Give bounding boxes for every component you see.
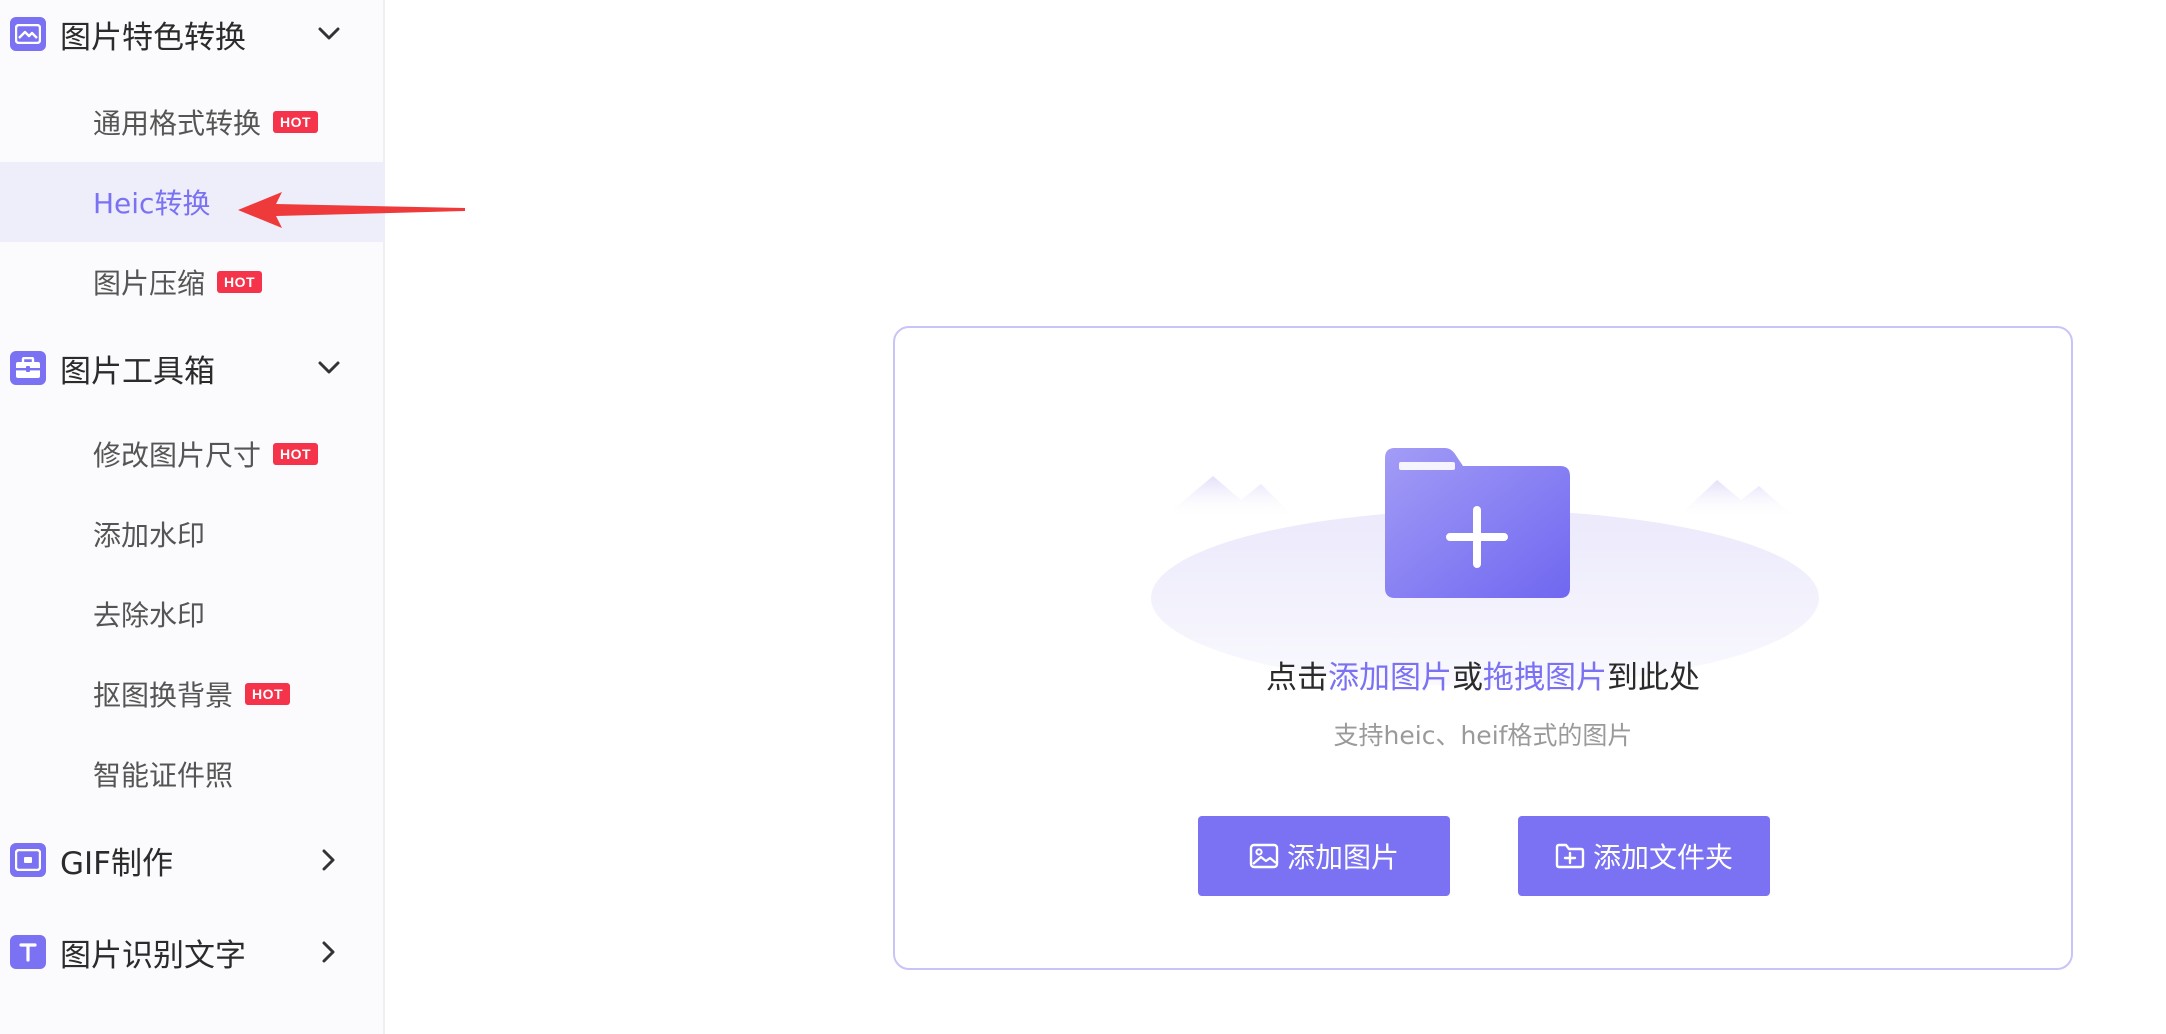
- sidebar-item-add-watermark[interactable]: 添加水印: [0, 494, 385, 574]
- chevron-right-icon: [315, 846, 343, 874]
- sidebar-group-title: GIF制作: [60, 845, 173, 882]
- app-window: 图片特色转换 通用格式转换 HOT Heic转换 图片压缩 HOT 图片工具箱 …: [0, 0, 2166, 1034]
- chevron-right-icon: [315, 938, 343, 966]
- instruction-suffix: 到此处: [1607, 660, 1700, 696]
- supported-formats-hint: 支持heic、heif格式的图片: [1333, 721, 1633, 750]
- add-folder-button-label: 添加文件夹: [1592, 841, 1733, 874]
- hot-badge: HOT: [217, 271, 263, 293]
- sidebar-item-resize[interactable]: 修改图片尺寸 HOT: [0, 414, 385, 494]
- sidebar-group-gif[interactable]: GIF制作: [0, 830, 385, 890]
- add-image-button[interactable]: 添加图片: [1198, 816, 1450, 896]
- sidebar-item-label: 添加水印: [93, 519, 206, 552]
- sidebar-item-compress[interactable]: 图片压缩 HOT: [0, 242, 385, 322]
- sidebar: 图片特色转换 通用格式转换 HOT Heic转换 图片压缩 HOT 图片工具箱 …: [0, 0, 385, 1034]
- instruction-prefix: 点击: [1266, 660, 1328, 696]
- sidebar-item-general-format[interactable]: 通用格式转换 HOT: [0, 82, 385, 162]
- hot-badge: HOT: [273, 443, 319, 465]
- add-image-button-label: 添加图片: [1286, 841, 1399, 874]
- chevron-down-icon: [315, 354, 343, 382]
- drag-image-link[interactable]: 拖拽图片: [1483, 660, 1607, 696]
- sidebar-item-label: 图片压缩: [93, 267, 206, 300]
- hot-badge: HOT: [273, 111, 319, 133]
- image-convert-icon: [10, 17, 46, 51]
- image-icon: [1249, 843, 1279, 869]
- instruction-or: 或: [1452, 660, 1483, 696]
- sidebar-item-label: 修改图片尺寸: [93, 439, 262, 472]
- sidebar-item-remove-watermark[interactable]: 去除水印: [0, 574, 385, 654]
- sidebar-group-ocr[interactable]: 图片识别文字: [0, 922, 385, 982]
- folder-add-icon: [1555, 843, 1585, 869]
- hot-badge: HOT: [245, 683, 291, 705]
- gif-icon: [10, 843, 46, 877]
- toolbox-icon: [10, 351, 46, 385]
- sidebar-group-title: 图片特色转换: [60, 19, 246, 56]
- sidebar-group-title: 图片识别文字: [60, 937, 246, 974]
- sidebar-group-toolbox[interactable]: 图片工具箱: [0, 338, 385, 398]
- sidebar-item-cutout[interactable]: 抠图换背景 HOT: [0, 654, 385, 734]
- sidebar-item-label: 抠图换背景: [93, 679, 234, 712]
- upload-dropzone[interactable]: 点击添加图片或拖拽图片到此处 支持heic、heif格式的图片 添加图片 添加文…: [893, 326, 2073, 970]
- sidebar-item-label: Heic转换: [93, 187, 211, 220]
- add-folder-button[interactable]: 添加文件夹: [1518, 816, 1770, 896]
- annotation-arrow-icon: [238, 192, 465, 228]
- sidebar-item-label: 通用格式转换: [93, 107, 262, 140]
- text-recognition-icon: [10, 935, 46, 969]
- add-image-link[interactable]: 添加图片: [1328, 660, 1452, 696]
- sidebar-group-image-convert[interactable]: 图片特色转换: [0, 4, 385, 64]
- sidebar-item-id-photo[interactable]: 智能证件照: [0, 734, 385, 814]
- sidebar-item-label: 智能证件照: [93, 759, 234, 792]
- upload-instruction: 点击添加图片或拖拽图片到此处: [895, 652, 2071, 697]
- sidebar-group-title: 图片工具箱: [60, 353, 215, 390]
- sidebar-item-label: 去除水印: [93, 599, 206, 632]
- chevron-down-icon: [315, 20, 343, 48]
